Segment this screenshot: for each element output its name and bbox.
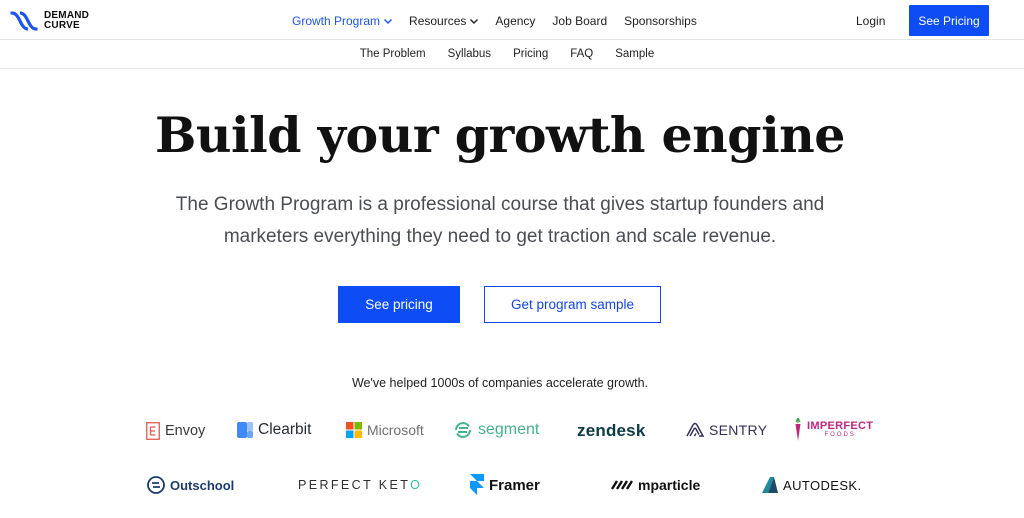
hero-subtitle-line-2: marketers everything they need to get tr… — [223, 226, 777, 247]
perfect-keto-main: PERFECT KET — [298, 478, 411, 492]
nav-resources[interactable]: Resources — [409, 14, 479, 28]
demand-curve-logo[interactable]: DEMAND CURVE — [10, 10, 114, 32]
autodesk-icon — [762, 477, 778, 493]
hero-title: Build your growth engine — [155, 106, 845, 164]
segment-icon — [455, 422, 471, 438]
autodesk-logo-text: AUTODESK. — [783, 477, 862, 493]
sentry-logo: SENTRY — [686, 422, 767, 438]
zendesk-logo-text: zendesk — [577, 421, 646, 440]
nav-sponsorships[interactable]: Sponsorships — [624, 14, 697, 28]
sentry-logo-text: SENTRY — [709, 422, 768, 438]
nav-agency[interactable]: Agency — [495, 14, 535, 28]
nav-job-board[interactable]: Job Board — [552, 14, 607, 28]
subnav-faq[interactable]: FAQ — [570, 48, 593, 60]
sentry-icon — [686, 422, 704, 437]
get-program-sample-button[interactable]: Get program sample — [484, 286, 661, 323]
nav-growth-program[interactable]: Growth Program — [292, 14, 393, 28]
framer-logo-text: Framer — [489, 476, 540, 494]
microsoft-icon — [346, 422, 362, 438]
clearbit-logo: Clearbit — [237, 421, 311, 439]
login-link[interactable]: Login — [856, 14, 885, 28]
segment-logo-text: segment — [478, 421, 540, 438]
nav-sponsorships-label: Sponsorships — [624, 14, 697, 28]
nav-growth-program-label: Growth Program — [292, 14, 381, 28]
nav-agency-label: Agency — [495, 14, 536, 28]
outschool-logo: Outschool — [147, 476, 234, 494]
microsoft-logo-text: Microsoft — [367, 422, 424, 438]
foods-logo-text: FOODS — [824, 432, 856, 438]
framer-icon — [470, 474, 484, 495]
see-pricing-button[interactable]: See pricing — [338, 286, 460, 323]
segment-logo: segment — [453, 420, 539, 440]
carrot-icon — [795, 418, 801, 441]
perfect-keto-logo-text: PERFECT KETO — [298, 478, 422, 492]
chevron-down-icon — [384, 18, 393, 24]
logo-line-2: CURVE — [44, 20, 80, 31]
main-nav: Growth Program Resources Agency Job Boar… — [292, 14, 714, 28]
subnav-pricing[interactable]: Pricing — [513, 48, 548, 60]
framer-logo: Framer — [470, 474, 540, 496]
perfect-keto-logo: PERFECT KETO — [298, 478, 422, 492]
demand-curve-logo-icon — [10, 11, 38, 31]
trust-statement: We've helped 1000s of companies accelera… — [351, 376, 649, 390]
imperfect-foods-logo: IMPERFECT FOODS — [794, 418, 873, 442]
clearbit-icon — [237, 422, 253, 438]
imperfect-logo-text: IMPERFECT — [807, 420, 874, 432]
hero-subtitle-line-1: The Growth Program is a professional cou… — [175, 194, 825, 215]
mparticle-logo-text: mparticle — [638, 477, 701, 493]
hero-subtitle: The Growth Program is a professional cou… — [150, 189, 850, 253]
outschool-icon — [147, 476, 165, 494]
zendesk-logo: zendesk — [577, 421, 646, 441]
envoy-logo: Envoy — [146, 422, 205, 440]
chevron-down-icon — [470, 18, 479, 24]
subnav-sample[interactable]: Sample — [615, 48, 654, 60]
envoy-icon — [146, 422, 160, 440]
mparticle-icon — [611, 480, 633, 490]
envoy-logo-text: Envoy — [165, 423, 206, 439]
top-nav: DEMAND CURVE Growth Program Resources Ag… — [0, 0, 1024, 40]
nav-job-board-label: Job Board — [552, 14, 608, 28]
outschool-logo-text: Outschool — [170, 477, 235, 493]
nav-resources-label: Resources — [409, 14, 467, 28]
clearbit-logo-text: Clearbit — [258, 421, 312, 438]
imperfect-foods-wordmark: IMPERFECT FOODS — [807, 421, 873, 439]
autodesk-logo: AUTODESK. — [762, 477, 862, 493]
mparticle-logo: mparticle — [611, 477, 700, 493]
microsoft-logo: Microsoft — [346, 422, 424, 438]
sub-nav: The Problem Syllabus Pricing FAQ Sample — [0, 40, 1024, 69]
see-pricing-nav-button[interactable]: See Pricing — [909, 5, 989, 36]
logo-text: DEMAND CURVE — [44, 11, 114, 31]
subnav-the-problem[interactable]: The Problem — [360, 48, 426, 60]
subnav-syllabus[interactable]: Syllabus — [448, 48, 491, 60]
perfect-keto-accent: O — [410, 478, 423, 492]
